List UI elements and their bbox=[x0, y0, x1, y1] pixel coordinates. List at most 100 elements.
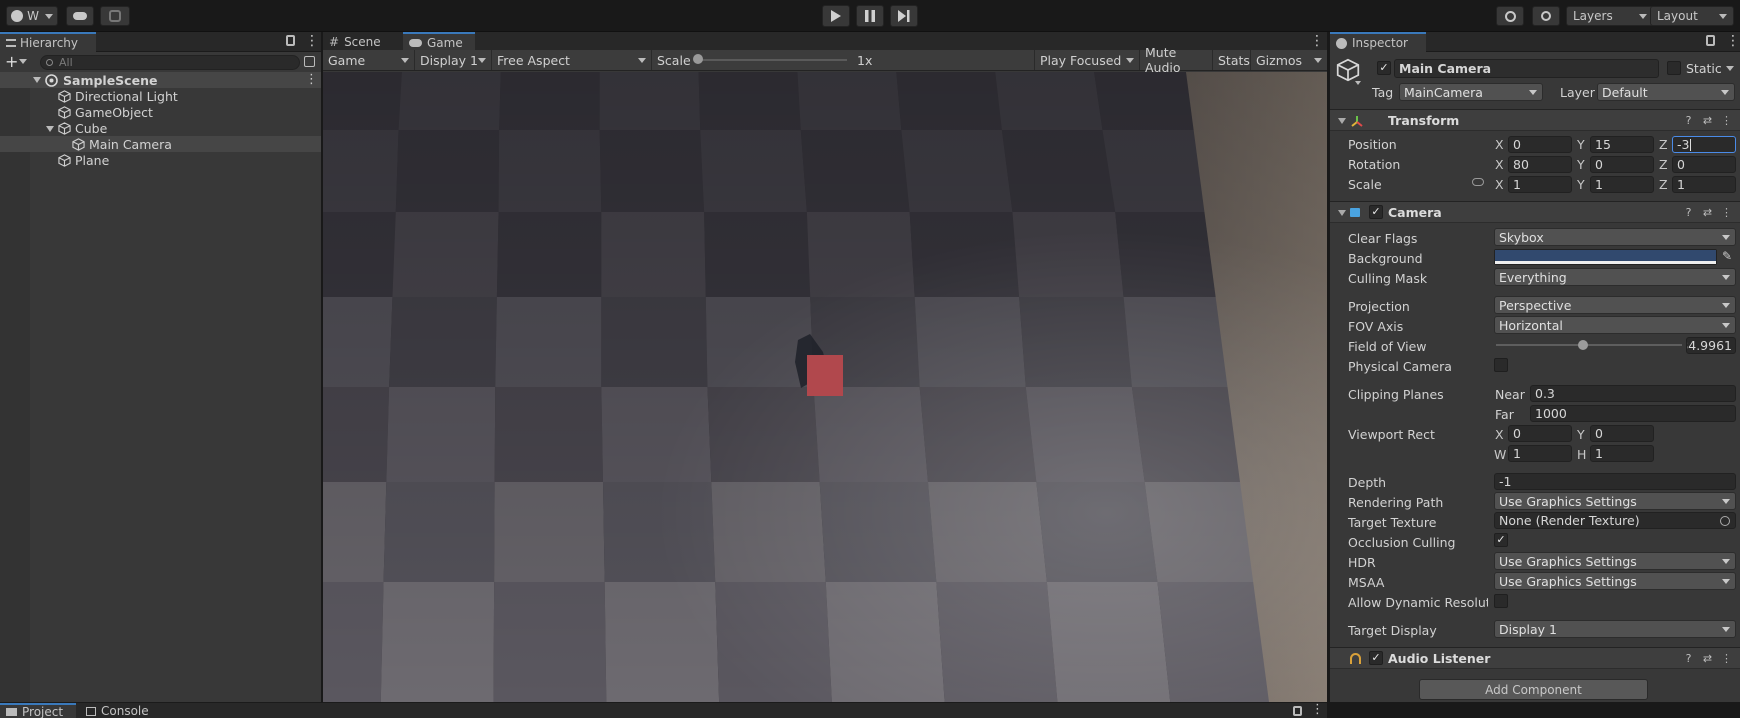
msaa-dropdown[interactable]: Use Graphics Settings bbox=[1494, 572, 1736, 590]
stats-toggle[interactable]: Stats bbox=[1213, 50, 1251, 70]
hierarchy-item-gameobject[interactable]: GameObject bbox=[58, 104, 153, 120]
lock-icon[interactable] bbox=[286, 35, 295, 46]
pause-button[interactable] bbox=[856, 5, 884, 27]
help-icon[interactable]: ? bbox=[1682, 206, 1695, 219]
lock-icon[interactable] bbox=[1293, 706, 1302, 716]
camera-enabled-checkbox[interactable]: ✓ bbox=[1369, 205, 1383, 219]
active-checkbox[interactable]: ✓ bbox=[1377, 61, 1391, 75]
tab-scene[interactable]: # Scene bbox=[323, 32, 401, 52]
rotation-z-field[interactable]: 0 bbox=[1672, 156, 1736, 173]
static-checkbox[interactable] bbox=[1667, 61, 1681, 75]
chevron-down-icon[interactable] bbox=[19, 59, 27, 64]
rendering-path-dropdown[interactable]: Use Graphics Settings bbox=[1494, 492, 1736, 510]
game-mode-dropdown[interactable]: Game bbox=[323, 50, 415, 70]
eyedropper-icon[interactable]: ✎ bbox=[1722, 249, 1732, 263]
fov-axis-dropdown[interactable]: Horizontal bbox=[1494, 316, 1736, 334]
layer-dropdown[interactable]: Default bbox=[1597, 83, 1735, 101]
preset-icon[interactable]: ⇄ bbox=[1701, 206, 1714, 219]
dynamic-resolution-checkbox[interactable] bbox=[1494, 594, 1508, 608]
audio-listener-checkbox[interactable]: ✓ bbox=[1369, 651, 1383, 665]
mute-audio-toggle[interactable]: Mute Audio bbox=[1140, 45, 1213, 75]
hierarchy-item-directional-light[interactable]: Directional Light bbox=[58, 88, 178, 104]
scale-slider-handle[interactable] bbox=[693, 54, 703, 64]
tab-project[interactable]: Project bbox=[0, 703, 76, 718]
chevron-down-icon[interactable] bbox=[46, 126, 54, 132]
game-viewport[interactable] bbox=[323, 72, 1327, 702]
help-icon[interactable]: ? bbox=[1682, 652, 1695, 665]
rotation-x-field[interactable]: 80 bbox=[1508, 156, 1572, 173]
occlusion-culling-checkbox[interactable]: ✓ bbox=[1494, 533, 1508, 547]
hierarchy-item-plane[interactable]: Plane bbox=[58, 152, 109, 168]
fov-slider-track[interactable] bbox=[1496, 340, 1682, 350]
more-options-icon[interactable]: ⋮ bbox=[305, 33, 319, 49]
cloud-button[interactable] bbox=[66, 6, 94, 26]
scale-y-field[interactable]: 1 bbox=[1590, 176, 1654, 193]
more-options-icon[interactable]: ⋮ bbox=[1720, 114, 1733, 127]
scale-slider-track[interactable] bbox=[697, 59, 847, 61]
more-options-icon[interactable]: ⋮ bbox=[1720, 206, 1733, 219]
play-button[interactable] bbox=[822, 5, 850, 27]
audio-listener-header[interactable]: ✓ Audio Listener ? ⇄ ⋮ bbox=[1330, 647, 1740, 669]
scene-visibility-icon[interactable] bbox=[304, 56, 315, 67]
lock-icon[interactable] bbox=[1706, 35, 1715, 46]
layout-dropdown[interactable]: Layout bbox=[1650, 6, 1734, 26]
hierarchy-item-main-camera[interactable]: Main Camera bbox=[72, 136, 172, 152]
more-options-icon[interactable]: ⋮ bbox=[305, 72, 318, 87]
more-options-icon[interactable]: ⋮ bbox=[1726, 33, 1740, 49]
physical-camera-checkbox[interactable] bbox=[1494, 358, 1508, 372]
tab-console[interactable]: Console bbox=[80, 703, 160, 718]
position-y-field[interactable]: 15 bbox=[1590, 136, 1654, 153]
culling-mask-dropdown[interactable]: Everything bbox=[1494, 268, 1736, 286]
tab-game[interactable]: Game bbox=[403, 32, 475, 52]
rotation-y-field[interactable]: 0 bbox=[1590, 156, 1654, 173]
scale-x-field[interactable]: 1 bbox=[1508, 176, 1572, 193]
object-picker-icon[interactable] bbox=[1720, 516, 1730, 526]
play-focused-dropdown[interactable]: Play Focused bbox=[1034, 50, 1140, 70]
tab-inspector[interactable]: Inspector bbox=[1330, 32, 1426, 52]
add-icon[interactable]: + bbox=[5, 52, 18, 71]
chevron-down-icon[interactable] bbox=[33, 77, 41, 83]
more-options-icon[interactable]: ⋮ bbox=[1310, 33, 1324, 49]
account-dropdown[interactable]: W bbox=[6, 6, 58, 26]
near-field[interactable]: 0.3 bbox=[1530, 385, 1736, 402]
target-display-dropdown[interactable]: Display 1 bbox=[1494, 620, 1736, 638]
link-icon[interactable] bbox=[1472, 178, 1484, 186]
viewport-w-field[interactable]: 1 bbox=[1508, 445, 1572, 462]
position-x-field[interactable]: 0 bbox=[1508, 136, 1572, 153]
aspect-dropdown[interactable]: Free Aspect bbox=[492, 50, 652, 70]
more-options-icon[interactable]: ⋮ bbox=[1720, 652, 1733, 665]
object-name-field[interactable]: Main Camera bbox=[1394, 59, 1659, 78]
viewport-y-field[interactable]: 0 bbox=[1590, 425, 1654, 442]
preset-icon[interactable]: ⇄ bbox=[1701, 652, 1714, 665]
chevron-down-icon[interactable] bbox=[1726, 66, 1734, 71]
step-button[interactable] bbox=[890, 5, 918, 27]
search-button[interactable] bbox=[1532, 6, 1560, 26]
fov-value-field[interactable]: 84.9961 bbox=[1686, 337, 1736, 354]
background-color-field[interactable] bbox=[1494, 249, 1717, 265]
help-icon[interactable]: ? bbox=[1682, 114, 1695, 127]
tab-hierarchy[interactable]: Hierarchy bbox=[0, 32, 96, 52]
hdr-dropdown[interactable]: Use Graphics Settings bbox=[1494, 552, 1736, 570]
position-z-field[interactable]: -3 bbox=[1672, 136, 1736, 153]
display-dropdown[interactable]: Display 1 bbox=[415, 50, 492, 70]
scale-z-field[interactable]: 1 bbox=[1672, 176, 1736, 193]
add-component-button[interactable]: Add Component bbox=[1419, 679, 1648, 700]
more-options-icon[interactable]: ⋮ bbox=[1311, 702, 1324, 717]
camera-header[interactable]: ✓ Camera ? ⇄ ⋮ bbox=[1330, 201, 1740, 223]
scene-name[interactable]: SampleScene bbox=[45, 72, 157, 88]
collab-button[interactable] bbox=[100, 6, 130, 26]
clear-flags-dropdown[interactable]: Skybox bbox=[1494, 228, 1736, 246]
undo-history-button[interactable] bbox=[1496, 6, 1524, 26]
tag-dropdown[interactable]: MainCamera bbox=[1399, 83, 1543, 101]
layers-dropdown[interactable]: Layers bbox=[1566, 6, 1654, 26]
projection-dropdown[interactable]: Perspective bbox=[1494, 296, 1736, 314]
hierarchy-item-cube[interactable]: Cube bbox=[58, 120, 107, 136]
hierarchy-search-input[interactable]: All bbox=[40, 55, 300, 70]
depth-field[interactable]: -1 bbox=[1494, 473, 1736, 490]
gizmos-dropdown[interactable]: Gizmos bbox=[1251, 50, 1327, 70]
target-texture-field[interactable]: None (Render Texture) bbox=[1494, 512, 1736, 529]
viewport-h-field[interactable]: 1 bbox=[1590, 445, 1654, 462]
chevron-down-icon[interactable] bbox=[1355, 81, 1361, 85]
viewport-x-field[interactable]: 0 bbox=[1508, 425, 1572, 442]
far-field[interactable]: 1000 bbox=[1530, 405, 1736, 422]
